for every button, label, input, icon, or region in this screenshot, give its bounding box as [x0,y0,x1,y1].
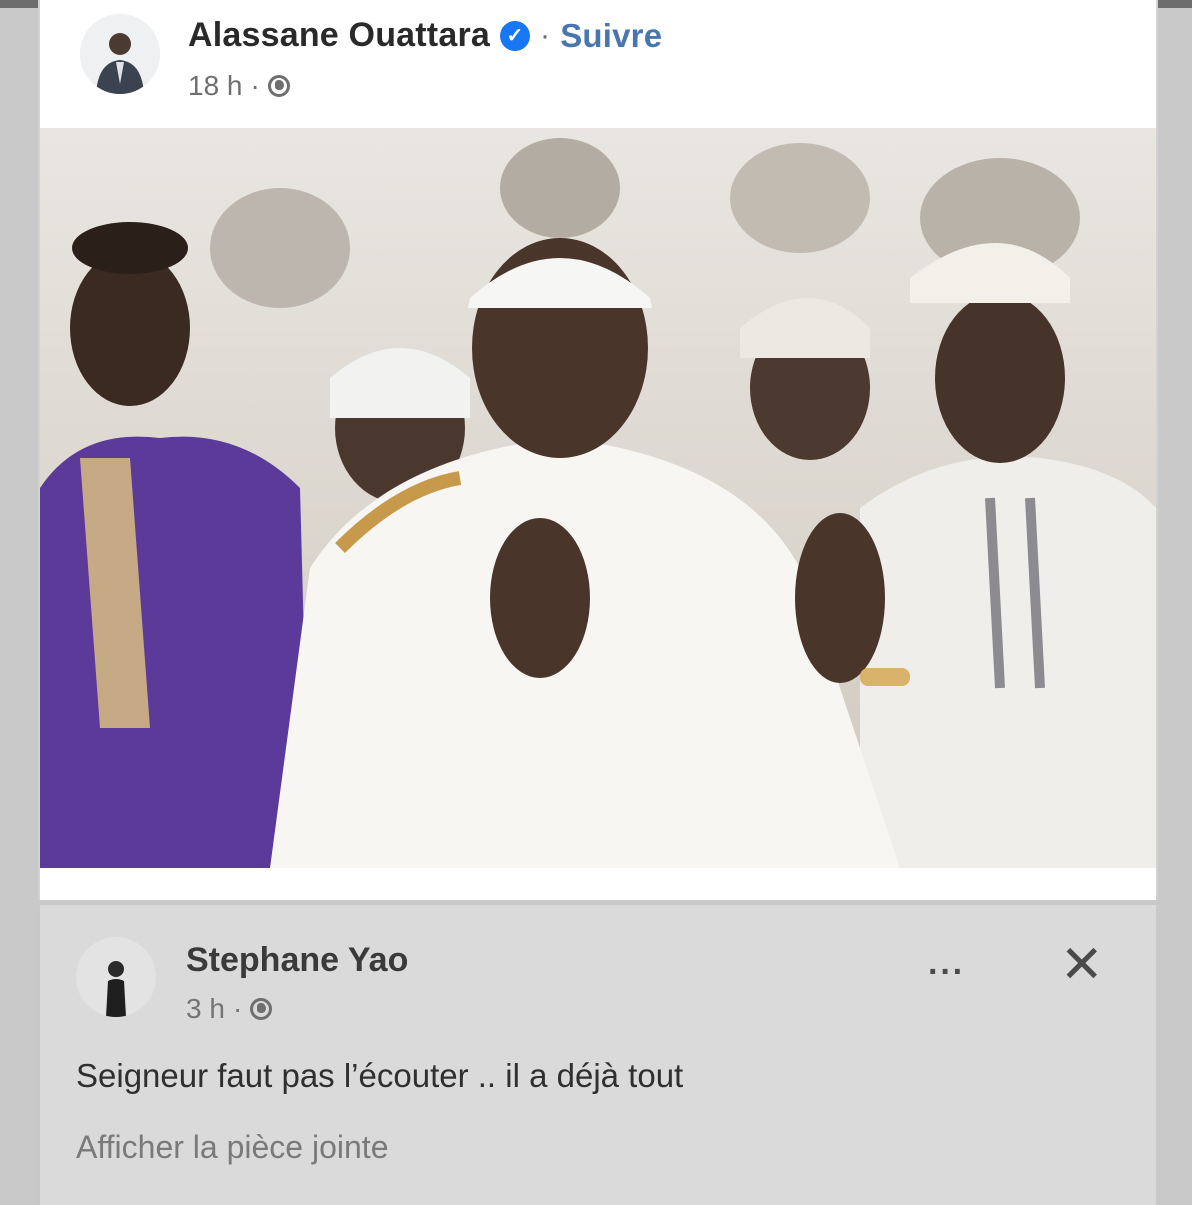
comment-author-avatar[interactable] [76,937,156,1017]
post-meta-separator: · [250,70,260,101]
post-card: Alassane Ouattara ✓ · Suivre 18 h · [38,0,1158,900]
show-attachment-link[interactable]: Afficher la pièce jointe [76,1129,388,1166]
more-options-icon[interactable]: ··· [928,953,965,992]
post-author-name[interactable]: Alassane Ouattara [188,16,490,55]
follow-button[interactable]: Suivre [560,17,662,55]
post-time[interactable]: 18 h [188,70,243,102]
post-author: Alassane Ouattara ✓ · Suivre [188,16,662,55]
post-header: Alassane Ouattara ✓ · Suivre 18 h · [80,10,1080,110]
post-author-avatar[interactable] [80,14,160,94]
comment-time[interactable]: 3 h [186,993,225,1025]
globe-icon [250,998,273,1020]
globe-icon [267,75,290,97]
comment-author-name[interactable]: Stephane Yao [186,941,408,980]
comment-meta-separator: · [232,993,243,1024]
verified-check-icon: ✓ [499,20,530,51]
comment-meta: 3 h · [186,993,273,1025]
post-photo-illustration [40,128,1156,868]
follow-separator: · [539,18,551,52]
post-meta: 18 h · [188,70,290,102]
comment-text: Seigneur faut pas l’écouter .. il a déjà… [76,1057,684,1094]
post-photo[interactable]: 🤣🤣🤣🤣🤣🤣🤣🤣🤣🤣🤣 [40,128,1156,868]
close-icon[interactable]: ✕ [1060,939,1104,991]
comment-card: Stephane Yao 3 h · ··· ✕ Seigneur faut p… [38,905,1158,1205]
